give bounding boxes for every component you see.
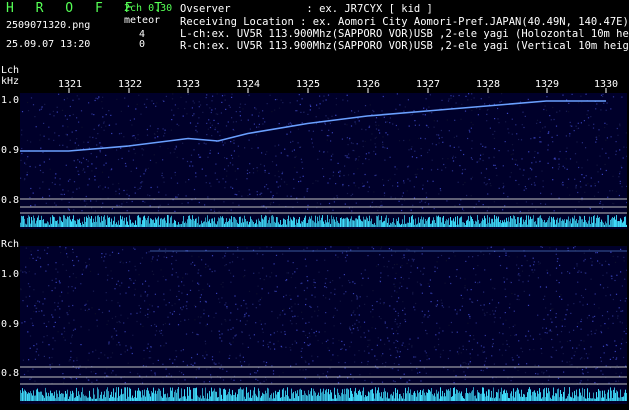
location-line: Receiving Location : ex. Aomori City Aom… (180, 16, 629, 28)
lch-spectrogram (20, 93, 627, 229)
rch-info-line: R-ch:ex. UV5R 113.900Mhz(SAPPORO VOR)USB… (180, 40, 629, 52)
noise-field (20, 246, 627, 385)
noise-band (20, 387, 627, 401)
lch-ytick: 0.9 (1, 145, 20, 156)
lch-ytick: 1.0 (1, 95, 20, 106)
lch-info-line: L-ch:ex. UV5R 113.900Mhz(SAPPORO VOR)USB… (180, 28, 629, 40)
rch-ytick: 0.8 (1, 368, 20, 379)
meteor-count-rch: 0 (139, 39, 146, 50)
lch-ytick: 0.8 (1, 195, 20, 206)
rch-ytick: 1.0 (1, 269, 20, 280)
noise-band (20, 215, 627, 227)
rch-ytick: 0.9 (1, 319, 20, 330)
noise-field (20, 93, 627, 213)
rch-spectrogram (20, 246, 627, 404)
timestamp-label: 25.09.07 13:20 (6, 39, 91, 50)
rch-label: Rch (1, 239, 20, 250)
lch-label: Lch (1, 65, 20, 76)
lch-unit-label: kHz (1, 76, 20, 87)
filename-label: 2509071320.png (6, 20, 91, 31)
meteor-label: meteor (124, 15, 161, 26)
observer-line: Ovserver : ex. JR7CYX [ kid ] (180, 3, 433, 15)
version-label: 2ch 0.30 (124, 3, 173, 14)
